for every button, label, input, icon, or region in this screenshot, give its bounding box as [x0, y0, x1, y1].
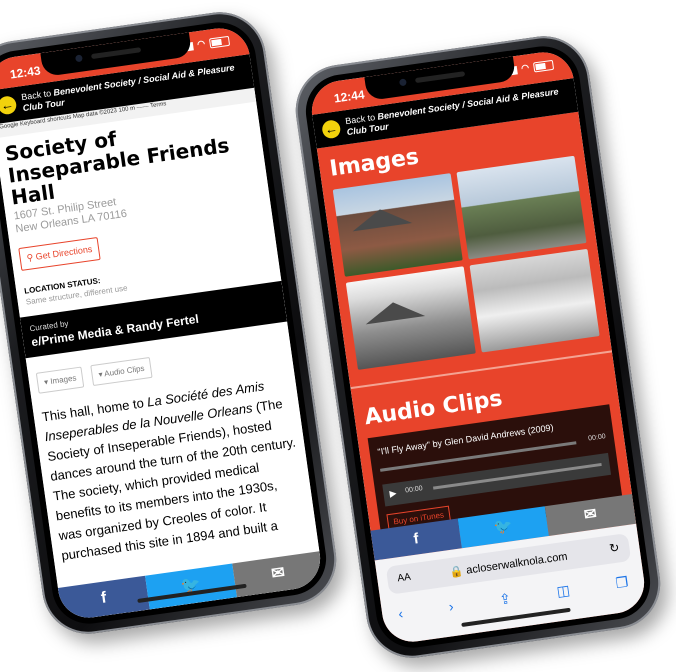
back-arrow-icon[interactable]: ←	[321, 119, 342, 140]
url-host-label: acloserwalknola.com	[465, 550, 569, 577]
tabs-icon[interactable]: ❐	[615, 573, 630, 592]
speaker	[414, 71, 466, 84]
battery-icon	[208, 35, 231, 49]
forward-icon[interactable]: ›	[448, 598, 455, 615]
bookmarks-icon[interactable]: ◫	[556, 582, 571, 601]
roof-shape	[363, 298, 426, 325]
location-content: Google Keyboard shortcuts Map data ©2023…	[0, 87, 325, 622]
image-grid	[332, 155, 600, 370]
player-time: 00:00	[404, 485, 424, 495]
audio-clips-pill[interactable]: ▾ Audio Clips	[90, 356, 153, 387]
lock-icon: 🔒	[448, 565, 465, 580]
phone-bezel: 12:44 ▂▄▆ ◠ ← Back to Benevolent Society…	[301, 41, 655, 653]
share-icon[interactable]: ⇪	[498, 590, 512, 608]
roof-shape	[350, 205, 413, 232]
phone-left: 12:43 ▂▄▆ ◠ ← Back to Benevolent Society…	[0, 6, 343, 640]
phone-bezel: 12:43 ▂▄▆ ◠ ← Back to Benevolent Society…	[0, 17, 331, 629]
images-pill[interactable]: ▾ Images	[35, 366, 85, 394]
get-directions-button[interactable]: ⚲ Get Directions	[18, 237, 101, 271]
description-text: This hall, home to La Société des Amis I…	[41, 373, 309, 566]
house-photo[interactable]	[332, 173, 463, 277]
historic-group-photo[interactable]	[469, 248, 600, 353]
hall-photo[interactable]	[345, 266, 476, 370]
wifi-icon: ◠	[196, 38, 207, 50]
get-directions-label: Get Directions	[35, 243, 93, 262]
phone-screen: 12:43 ▂▄▆ ◠ ← Back to Benevolent Society…	[0, 24, 325, 622]
back-arrow-icon[interactable]: ←	[0, 95, 18, 116]
reload-icon[interactable]: ↻	[608, 540, 620, 555]
track-time: 00:00	[587, 433, 607, 443]
player-progress[interactable]	[432, 462, 602, 490]
status-time: 12:43	[9, 63, 42, 82]
wifi-icon: ◠	[520, 62, 531, 74]
phone-right: 12:44 ▂▄▆ ◠ ← Back to Benevolent Society…	[289, 30, 667, 664]
audio-pill-label: Audio Clips	[103, 363, 146, 379]
speaker	[90, 47, 142, 60]
back-icon[interactable]: ‹	[397, 605, 404, 622]
status-time: 12:44	[333, 87, 366, 106]
play-icon[interactable]: ▶	[389, 488, 397, 500]
phone-screen: 12:44 ▂▄▆ ◠ ← Back to Benevolent Society…	[307, 48, 649, 646]
battery-icon	[532, 59, 555, 73]
images-pill-label: Images	[49, 373, 77, 386]
camera	[398, 78, 407, 87]
map-pin-icon: ⚲	[26, 252, 34, 264]
camera	[74, 54, 83, 63]
street-photo[interactable]	[456, 155, 587, 260]
